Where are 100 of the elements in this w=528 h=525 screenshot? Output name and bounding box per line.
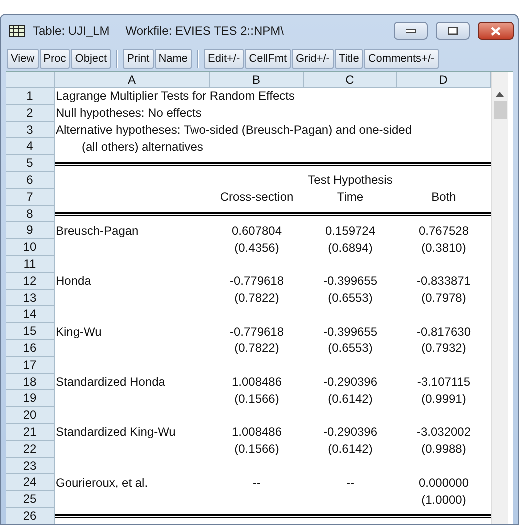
table-cell: Test Hypothesis xyxy=(308,173,393,188)
table-cell: -0.399655 xyxy=(323,324,378,339)
row-number[interactable]: 17 xyxy=(6,356,55,374)
table-cell: (0.7978) xyxy=(422,290,466,305)
table-cell: 0.159724 xyxy=(325,224,376,238)
workfile-label: Workfile: EVIES TES 2::NPM\ xyxy=(126,23,284,40)
row-number[interactable]: 5 xyxy=(6,155,55,172)
row-number[interactable]: 6 xyxy=(6,172,55,189)
row-number[interactable]: 26 xyxy=(6,508,55,524)
table-cell: Both xyxy=(432,190,456,204)
table-cell: -0.779618 xyxy=(230,324,284,339)
toolbar-button[interactable]: Comments+/- xyxy=(364,49,439,69)
row-number[interactable]: 16 xyxy=(6,340,55,357)
column-header[interactable]: D xyxy=(397,72,491,88)
row-number[interactable]: 2 xyxy=(6,104,55,122)
table-cell: (0.1566) xyxy=(234,392,280,406)
table-cell: (0.7822) xyxy=(234,341,280,356)
row-label: Standardized Honda xyxy=(56,374,166,389)
toolbar-button[interactable]: Proc xyxy=(40,49,70,69)
row-number[interactable]: 23 xyxy=(6,458,55,474)
close-button[interactable] xyxy=(478,22,514,40)
table-cell: 0.607804 xyxy=(232,224,282,238)
scrollbar-thumb[interactable] xyxy=(494,101,506,119)
table-cell: (0.6142) xyxy=(328,442,373,456)
row-number[interactable]: 9 xyxy=(6,222,55,240)
row-number[interactable]: 22 xyxy=(6,440,55,458)
table-cell: (0.6553) xyxy=(328,290,373,305)
row-label: Standardized King-Wu xyxy=(56,425,176,440)
scrollbar[interactable] xyxy=(491,72,508,524)
row-number[interactable]: 13 xyxy=(6,290,55,306)
scroll-up-icon[interactable] xyxy=(496,92,504,97)
row-label: King-Wu xyxy=(56,324,102,339)
row-label: Gourieroux, et al. xyxy=(56,476,148,490)
row-label: Lagrange Multiplier Tests for Random Effects xyxy=(56,89,296,104)
table-cell: -3.032002 xyxy=(416,425,472,440)
maximize-icon xyxy=(448,27,458,35)
toolbar-button[interactable]: CellFmt xyxy=(245,49,292,69)
table-cell: -0.290396 xyxy=(323,374,378,389)
table-cell: -0.290396 xyxy=(323,425,378,440)
row-number[interactable]: 18 xyxy=(6,374,55,390)
row-number[interactable]: 10 xyxy=(6,239,55,256)
table-icon xyxy=(9,25,25,37)
table-cell: 0.000000 xyxy=(418,476,470,490)
table-cell: -0.399655 xyxy=(323,274,378,288)
table-cell: -- xyxy=(346,476,354,490)
row-number[interactable]: 14 xyxy=(6,306,55,324)
table-cell: (0.6142) xyxy=(328,392,373,406)
row-number[interactable]: 20 xyxy=(6,407,55,424)
row-number[interactable]: 8 xyxy=(6,206,55,222)
row-number[interactable]: 21 xyxy=(6,424,55,441)
table-cell: (0.7822) xyxy=(234,290,280,305)
table-cell: (0.3810) xyxy=(422,240,466,255)
row-number[interactable]: 4 xyxy=(6,138,55,156)
table-cell: Cross-section xyxy=(220,190,294,204)
window-title: Table: UJI_LM xyxy=(33,23,110,40)
table-cell: (0.9991) xyxy=(422,392,466,406)
row-number[interactable]: 1 xyxy=(6,88,55,105)
close-icon xyxy=(491,26,501,36)
row-number[interactable]: 3 xyxy=(6,122,55,138)
toolbar-button[interactable]: Grid+/- xyxy=(292,49,334,69)
column-header[interactable]: B xyxy=(210,72,304,88)
table-cell: -0.817630 xyxy=(416,324,472,339)
table-cell: -- xyxy=(253,476,261,490)
table-cell: (0.1566) xyxy=(234,442,280,456)
row-number[interactable]: 7 xyxy=(6,188,55,206)
toolbar-button[interactable]: Edit+/- xyxy=(204,49,244,69)
table-cell: -0.779618 xyxy=(230,274,284,288)
column-header[interactable]: C xyxy=(304,72,397,88)
maximize-button[interactable] xyxy=(436,22,470,40)
toolbar-button[interactable]: View xyxy=(7,49,39,69)
table-cell: 1.008486 xyxy=(232,374,282,389)
toolbar-button[interactable]: Print xyxy=(123,49,154,69)
row-number[interactable]: 12 xyxy=(6,272,55,290)
row-number[interactable]: 11 xyxy=(6,256,55,273)
table-cell: 0.767528 xyxy=(418,224,470,238)
column-header[interactable]: A xyxy=(55,72,210,88)
row-label: (all others) alternatives xyxy=(82,140,204,154)
row-number[interactable]: 25 xyxy=(6,491,55,508)
table-cell: Time xyxy=(337,190,364,204)
row-number[interactable]: 19 xyxy=(6,390,55,408)
minimize-button[interactable] xyxy=(394,22,428,40)
toolbar-button[interactable]: Object xyxy=(71,49,112,69)
row-number[interactable]: 24 xyxy=(6,474,55,492)
table-cell: (1.0000) xyxy=(422,492,466,507)
table-cell: (0.9988) xyxy=(422,442,466,456)
table-cell: 1.008486 xyxy=(232,425,282,440)
row-number[interactable]: 15 xyxy=(6,323,55,340)
table-cell: -0.833871 xyxy=(416,274,472,288)
table-cell: (0.4356) xyxy=(234,240,280,255)
table-cell: (0.6894) xyxy=(328,240,373,255)
row-label: Honda xyxy=(56,274,92,288)
row-label: Null hypotheses: No effects xyxy=(56,106,202,120)
table-cell: -3.107115 xyxy=(417,374,471,389)
row-label: Breusch-Pagan xyxy=(56,224,139,238)
row-label: Alternative hypotheses: Two-sided (Breusch-Pagan) and one-sided xyxy=(56,122,412,137)
minimize-icon xyxy=(406,29,416,33)
toolbar-button[interactable]: Name xyxy=(154,49,192,69)
toolbar-button[interactable]: Title xyxy=(334,49,364,69)
table-cell: (0.6553) xyxy=(328,341,373,356)
table-cell: (0.7932) xyxy=(422,341,466,356)
